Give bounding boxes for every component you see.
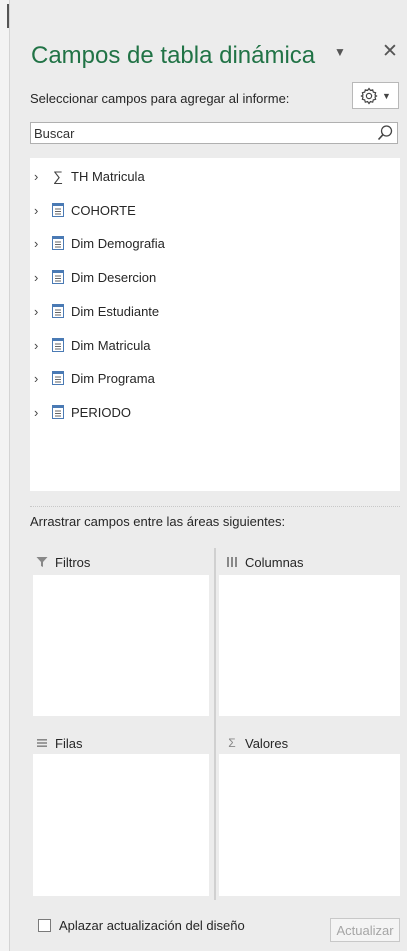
filters-drop-area[interactable] (33, 575, 209, 716)
search-box[interactable] (30, 122, 398, 144)
field-label: Dim Matricula (71, 337, 151, 353)
rows-icon (35, 736, 49, 750)
filters-label: Filtros (55, 554, 91, 570)
chevron-right-icon[interactable]: › (34, 304, 44, 319)
panel-title: Campos de tabla dinámica (31, 42, 316, 69)
defer-checkbox[interactable] (38, 919, 51, 932)
columns-label: Columnas (245, 554, 304, 570)
columns-drop-area[interactable] (219, 575, 400, 716)
field-label: Dim Programa (71, 370, 155, 386)
field-label: Dim Estudiante (71, 303, 160, 319)
field-label: PERIODO (71, 404, 131, 420)
chevron-right-icon[interactable]: › (34, 405, 44, 420)
field-label: TH Matricula (71, 168, 145, 184)
table-icon (50, 235, 66, 251)
field-label: COHORTE (71, 202, 136, 218)
tools-dropdown-arrow: ▼ (382, 90, 391, 101)
chevron-right-icon[interactable]: › (34, 270, 44, 285)
defer-layout-update[interactable]: Aplazar actualización del diseño (38, 918, 245, 933)
edge-marker (7, 4, 9, 28)
update-button[interactable]: Actualizar (330, 918, 400, 942)
field-item[interactable]: › Dim Demografia (30, 232, 165, 254)
field-item[interactable]: › Dim Programa (30, 367, 155, 389)
chevron-right-icon[interactable]: › (34, 169, 44, 184)
filter-icon (35, 555, 49, 569)
field-list[interactable]: › ∑ TH Matricula › COHORTE › Dim Demogra… (30, 158, 400, 491)
table-icon (50, 404, 66, 420)
table-icon (50, 303, 66, 319)
sigma-icon: Σ (228, 736, 236, 750)
close-icon[interactable]: ✕ (382, 40, 398, 63)
chevron-right-icon[interactable]: › (34, 203, 44, 218)
chevron-right-icon[interactable]: › (34, 371, 44, 386)
pane-left-edge (0, 0, 10, 951)
field-item[interactable]: › Dim Estudiante (30, 300, 159, 322)
field-item[interactable]: › Dim Desercion (30, 266, 156, 288)
rows-drop-area[interactable] (33, 754, 209, 896)
table-icon (50, 269, 66, 285)
columns-area-header: Columnas (225, 552, 304, 572)
rows-area-header: Filas (35, 733, 82, 753)
table-icon (50, 370, 66, 386)
values-label: Valores (245, 735, 289, 751)
chevron-right-icon[interactable]: › (34, 236, 44, 251)
chevron-right-icon[interactable]: › (34, 338, 44, 353)
defer-label: Aplazar actualización del diseño (59, 918, 245, 933)
chevron-down-icon[interactable]: ▼ (334, 45, 346, 59)
field-item[interactable]: › Dim Matricula (30, 334, 150, 356)
field-item[interactable]: › ∑ TH Matricula (30, 165, 145, 187)
columns-icon (225, 555, 239, 569)
gear-icon (360, 86, 378, 105)
area-separator (214, 548, 216, 900)
areas-instruction: Arrastrar campos entre las áreas siguien… (30, 514, 286, 529)
values-area-header: Σ Valores (225, 733, 288, 753)
rows-label: Filas (55, 735, 83, 751)
filters-area-header: Filtros (35, 552, 90, 572)
sigma-icon: ∑ (53, 168, 63, 184)
table-icon (50, 337, 66, 353)
panel-subtitle: Seleccionar campos para agregar al infor… (30, 91, 290, 106)
values-drop-area[interactable] (219, 754, 400, 896)
search-input[interactable] (31, 123, 367, 143)
tools-button[interactable]: ▼ (352, 82, 399, 109)
divider (30, 506, 400, 507)
field-label: Dim Demografia (71, 235, 165, 251)
field-label: Dim Desercion (71, 269, 157, 285)
search-icon[interactable] (376, 124, 394, 142)
table-icon (50, 202, 66, 218)
field-item[interactable]: › COHORTE (30, 199, 136, 221)
field-item[interactable]: › PERIODO (30, 401, 131, 423)
